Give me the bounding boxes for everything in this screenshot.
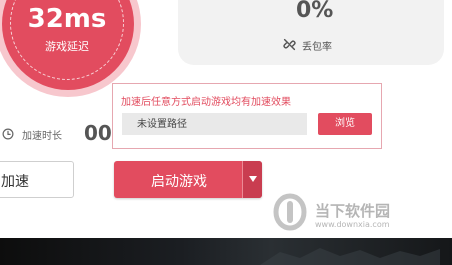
watermark: 当下软件园 www.downxia.com — [270, 190, 440, 235]
browse-button[interactable]: 浏览 — [318, 113, 372, 135]
game-banner-artwork — [260, 248, 440, 265]
start-game-label: 启动游戏 — [151, 174, 207, 190]
accel-time-value: 00 — [84, 121, 112, 145]
clock-icon — [2, 125, 14, 144]
popup-tip-text: 加速后任意方式启动游戏均有加速效果 — [121, 97, 291, 108]
accelerate-button[interactable]: 加速 — [0, 161, 74, 198]
packet-loss-row: 丢包率 — [283, 36, 332, 55]
packet-loss-label: 丢包率 — [302, 41, 332, 53]
latency-label: 游戏延迟 — [45, 40, 89, 53]
watermark-logo — [273, 193, 307, 231]
start-options-dropdown[interactable] — [243, 161, 262, 198]
accel-time-row: 加速时长 — [2, 125, 62, 144]
accelerate-button-label: 加速 — [1, 174, 29, 190]
start-game-button[interactable]: 启动游戏 — [114, 161, 262, 198]
packet-loss-value: 0% — [296, 0, 334, 23]
game-path-input[interactable] — [122, 113, 307, 135]
watermark-url: www.downxia.com — [315, 220, 390, 229]
accel-time-label: 加速时长 — [22, 130, 62, 142]
link-icon — [283, 36, 296, 55]
latency-value: 32ms — [27, 4, 107, 34]
caret-down-icon — [249, 176, 257, 182]
watermark-text: 当下软件园 — [315, 202, 391, 220]
